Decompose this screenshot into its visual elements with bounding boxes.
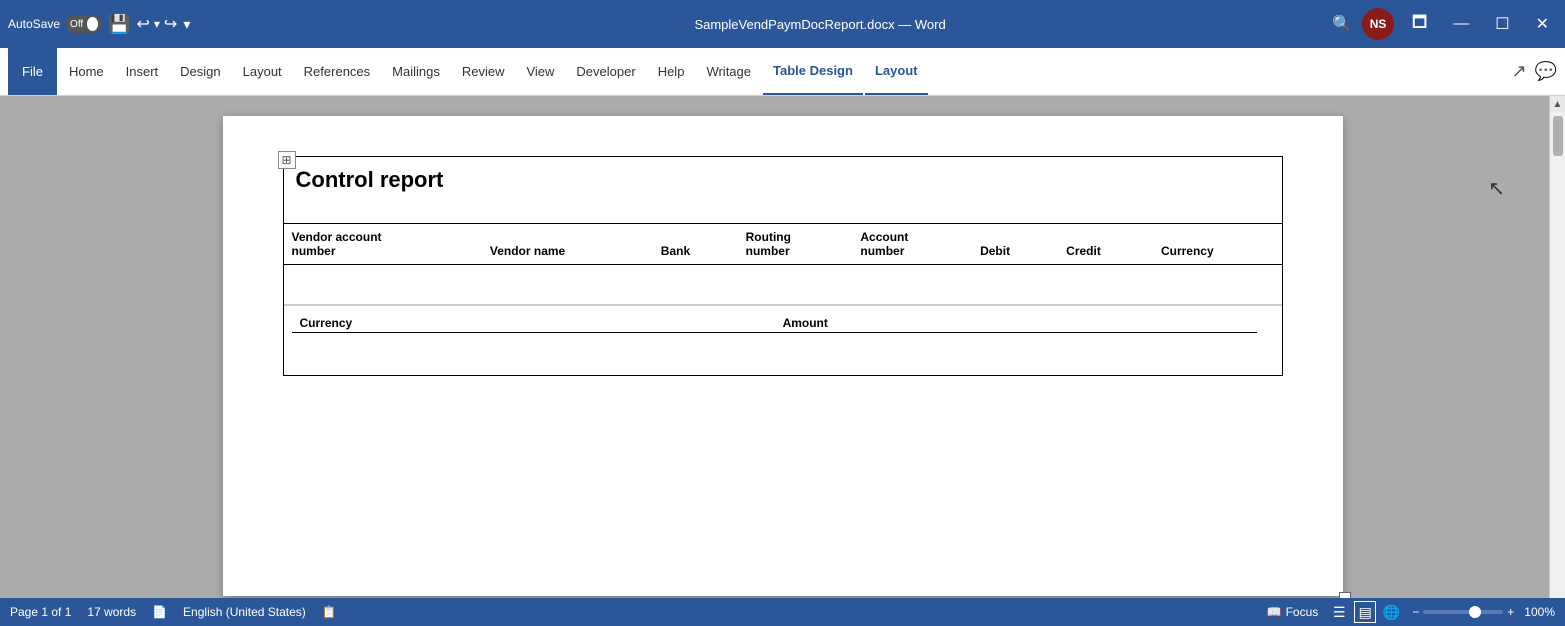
table-move-handle[interactable]: ⊞ [278,151,296,169]
tab-layout[interactable]: Layout [233,48,292,95]
undo-dropdown-button[interactable]: ▾ [154,17,160,31]
title-bar-left: AutoSave Off 💾 ↩ ▾ ↪ ▾ [8,14,308,35]
cell-credit [1058,265,1153,305]
search-button[interactable]: 🔍 [1332,14,1352,34]
col-header-account-number: Accountnumber [852,224,972,265]
col-header-debit: Debit [972,224,1058,265]
toggle-circle [87,17,98,31]
save-button[interactable]: 💾 [108,14,130,35]
scroll-up-button[interactable]: ▲ [1550,96,1565,112]
report-title: Control report [284,157,1282,223]
tab-table-design[interactable]: Table Design [763,48,863,95]
sub-table: Currency Amount [292,312,1274,369]
table-row [284,265,1282,305]
status-bar: Page 1 of 1 17 words 📄 English (United S… [0,598,1565,626]
separator: — [898,17,911,32]
tab-developer[interactable]: Developer [566,48,645,95]
undo-redo-group: ↩ ▾ ↪ [136,14,177,34]
minimize-button[interactable]: — [1445,11,1477,37]
app-name: Word [915,17,946,32]
web-view-button[interactable]: 🌐 [1380,601,1402,623]
tab-layout-table[interactable]: Layout [865,48,928,95]
read-view-button[interactable]: ☰ [1328,601,1350,623]
ribbon: File Home Insert Design Layout Reference… [0,48,1565,96]
sub-cell-empty [1257,333,1273,369]
table-resize-handle[interactable] [1339,592,1351,598]
col-header-routing-number: Routingnumber [738,224,853,265]
autosave-toggle[interactable]: Off [66,15,102,33]
quick-access-dropdown[interactable]: ▾ [183,16,190,33]
sub-cell-currency [292,333,775,369]
toggle-state-label: Off [70,19,83,30]
maximize-button[interactable]: ☐ [1487,10,1517,38]
document-page: ⊞ Control report Vendor accountnumber Ve… [223,116,1343,596]
title-bar-right: 🔍 NS 🗖 — ☐ ✕ [1332,7,1557,42]
title-bar: AutoSave Off 💾 ↩ ▾ ↪ ▾ SampleVendPaymDoc… [0,0,1565,48]
sub-col-empty1 [1257,312,1273,333]
cell-currency-main [1153,265,1282,305]
mouse-cursor: ↖ [1488,176,1505,201]
col-header-bank: Bank [653,224,738,265]
tab-home[interactable]: Home [59,48,114,95]
view-icons: ☰ ▤ 🌐 [1328,601,1402,623]
share-button[interactable]: ↗ [1511,61,1526,82]
col-header-currency: Currency [1153,224,1282,265]
cell-routing-number [738,265,853,305]
zoom-in-button[interactable]: + [1507,605,1514,619]
tab-insert[interactable]: Insert [116,48,169,95]
col-header-credit: Credit [1058,224,1153,265]
redo-button[interactable]: ↪ [164,14,177,34]
focus-icon: 📖 [1267,605,1282,619]
close-button[interactable]: ✕ [1528,10,1557,38]
filename-label: SampleVendPaymDocReport.docx [694,17,894,32]
word-count[interactable]: 17 words [87,605,136,619]
sub-cell-amount [775,333,1258,369]
ribbon-right-icons: ↗ 💬 [1511,61,1557,82]
comment-button[interactable]: 💬 [1535,61,1557,82]
avatar[interactable]: NS [1362,8,1394,40]
vertical-scrollbar[interactable]: ▲ [1549,96,1565,598]
tab-view[interactable]: View [516,48,564,95]
undo-button[interactable]: ↩ [136,14,149,34]
zoom-out-button[interactable]: − [1412,605,1419,619]
print-view-button[interactable]: ▤ [1354,601,1376,623]
language-label[interactable]: English (United States) [183,605,306,619]
tab-help[interactable]: Help [648,48,695,95]
col-header-vendor-account: Vendor accountnumber [284,224,482,265]
zoom-bar: − + [1412,605,1514,619]
focus-label: Focus [1286,605,1319,619]
tab-references[interactable]: References [294,48,380,95]
col-header-vendor-name: Vendor name [482,224,653,265]
status-bar-right: 📖 Focus ☰ ▤ 🌐 − + 100% [1267,601,1555,623]
page-info[interactable]: Page 1 of 1 [10,605,71,619]
zoom-percent-label[interactable]: 100% [1524,605,1555,619]
zoom-slider[interactable] [1423,610,1503,614]
cell-debit [972,265,1058,305]
restore-window-button[interactable]: 🗖 [1404,7,1435,42]
sub-col-amount: Amount [775,312,1258,333]
autosave-label: AutoSave [8,17,60,31]
zoom-thumb[interactable] [1469,606,1481,618]
cell-vendor-account [284,265,482,305]
track-changes-icon[interactable]: 📋 [322,605,337,619]
focus-button[interactable]: 📖 Focus [1267,605,1319,619]
document-area: ↖ ▲ ⊞ Control report Vendor accountnumbe… [0,96,1565,598]
table-header-row: Vendor accountnumber Vendor name Bank Ro… [284,223,1282,305]
tab-design[interactable]: Design [170,48,230,95]
tab-mailings[interactable]: Mailings [382,48,450,95]
cell-account-number [852,265,972,305]
proofing-icon[interactable]: 📄 [152,605,167,619]
tab-writage[interactable]: Writage [696,48,761,95]
scroll-thumb[interactable] [1553,116,1563,156]
sub-section: Currency Amount [284,305,1282,375]
title-bar-center: SampleVendPaymDocReport.docx — Word [308,17,1332,32]
tab-file[interactable]: File [8,48,57,95]
sub-table-row [292,333,1274,369]
cell-bank [653,265,738,305]
document-table: Control report Vendor accountnumber Vend… [283,156,1283,376]
sub-col-currency: Currency [292,312,775,333]
cell-vendor-name [482,265,653,305]
tab-review[interactable]: Review [452,48,515,95]
